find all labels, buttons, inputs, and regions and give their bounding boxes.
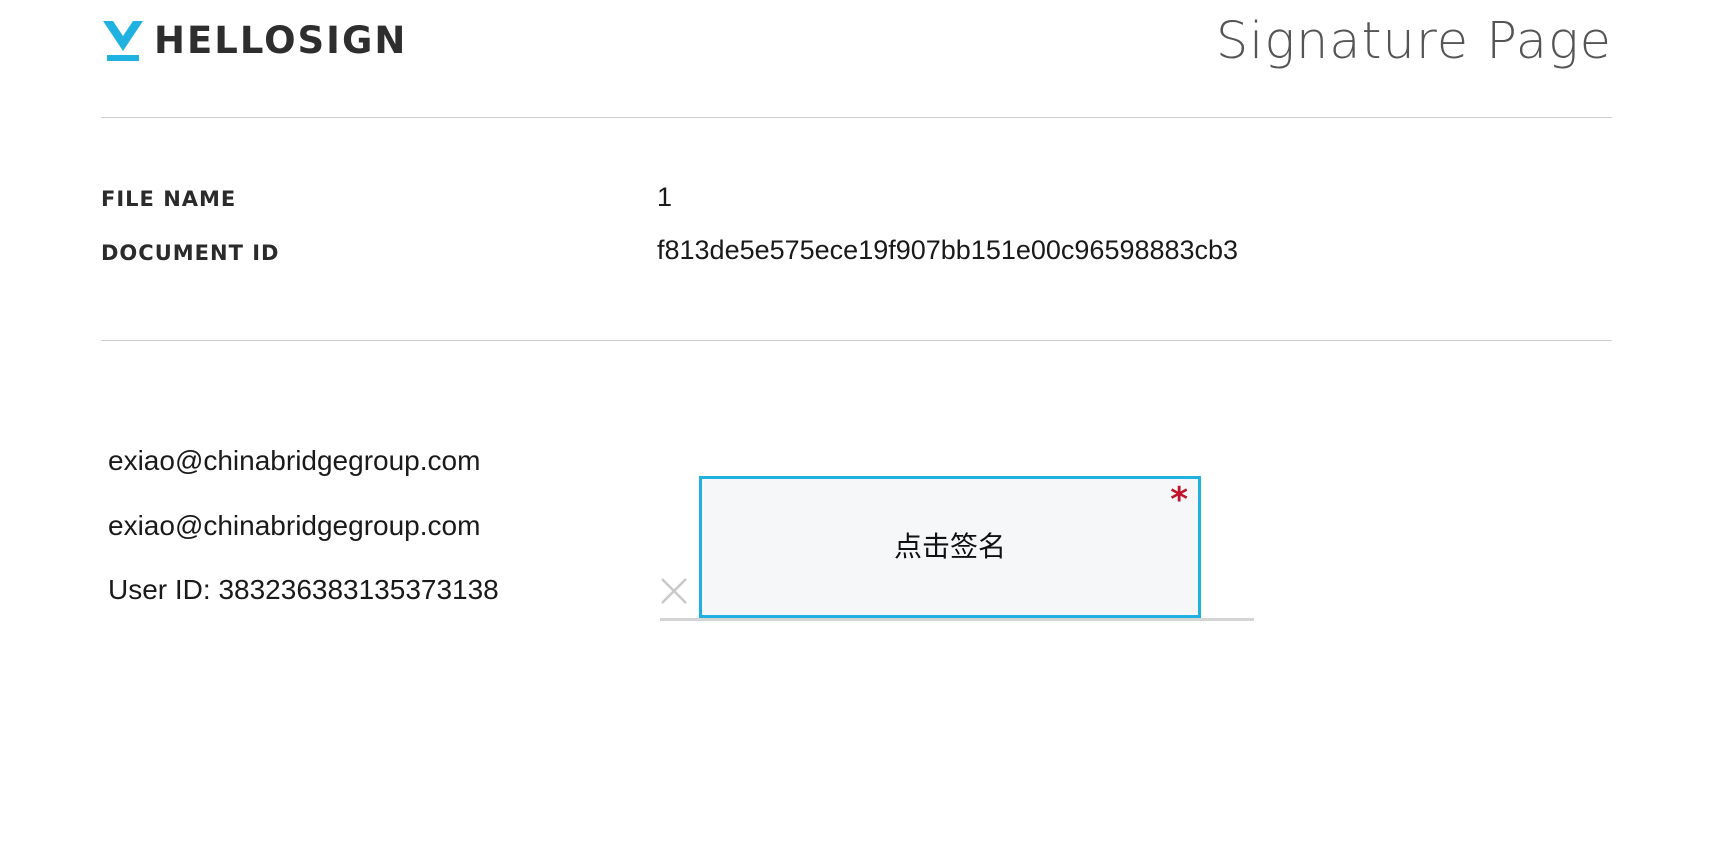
document-id-value: f813de5e575ece19f907bb151e00c96598883cb3 bbox=[657, 235, 1239, 265]
document-id-label: DOCUMENT ID bbox=[101, 241, 280, 265]
document-info: FILE NAME 1 DOCUMENT ID f813de5e575ece19… bbox=[101, 117, 1612, 341]
required-marker: * bbox=[1170, 480, 1188, 520]
signature-field[interactable]: 点击签名 * bbox=[699, 476, 1201, 618]
signature-field-label: 点击签名 bbox=[893, 530, 1006, 563]
hellosign-logo: HELLOSIGN bbox=[101, 19, 407, 63]
page-title: Signature Page bbox=[1215, 12, 1612, 71]
signer-user-id: User ID: 383236383135373138 bbox=[108, 574, 499, 605]
close-icon bbox=[661, 578, 687, 604]
signer-email-secondary: exiao@chinabridgegroup.com bbox=[108, 510, 481, 541]
logo-text: HELLOSIGN bbox=[154, 19, 408, 62]
hellosign-logo-icon bbox=[103, 21, 143, 61]
signer-email: exiao@chinabridgegroup.com bbox=[108, 445, 481, 476]
file-name-value: 1 bbox=[657, 182, 673, 212]
file-name-label: FILE NAME bbox=[101, 187, 237, 211]
page-header: HELLOSIGN Signature Page bbox=[101, 0, 1612, 118]
signature-line bbox=[660, 618, 1254, 621]
